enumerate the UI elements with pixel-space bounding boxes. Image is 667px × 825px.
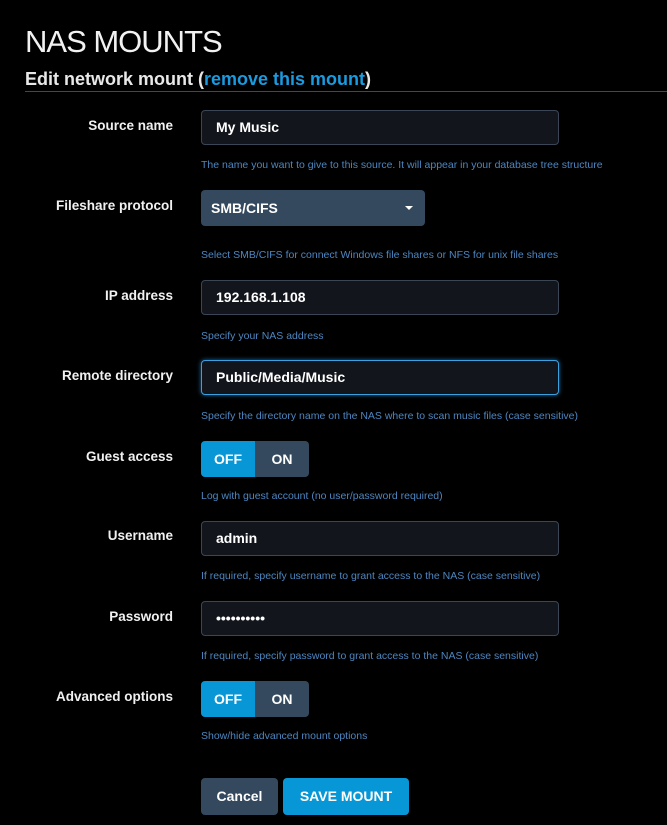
save-mount-button[interactable]: SAVE MOUNT	[283, 778, 409, 815]
advanced-toggle[interactable]: OFF ON	[201, 681, 309, 717]
page-title: NAS MOUNTS	[25, 24, 223, 59]
ip-label: IP address	[104, 288, 173, 303]
password-input[interactable]: ••••••••••	[201, 601, 559, 636]
protocol-label: Fileshare protocol	[55, 198, 173, 213]
guest-toggle[interactable]: OFF ON	[201, 441, 309, 477]
section-subtitle: Edit network mount (remove this mount)	[25, 69, 371, 90]
ip-input[interactable]: 192.168.1.108	[201, 280, 559, 315]
username-help: If required, specify username to grant a…	[201, 570, 541, 582]
guest-help: Log with guest account (no user/password…	[201, 490, 443, 502]
password-help: If required, specify password to grant a…	[201, 650, 539, 662]
guest-off-option[interactable]: OFF	[201, 441, 255, 477]
protocol-select[interactable]: SMB/CIFS	[201, 190, 425, 226]
remote-dir-input[interactable]: Public/Media/Music	[201, 360, 559, 395]
username-input[interactable]: admin	[201, 521, 559, 556]
remote-dir-help: Specify the directory name on the NAS wh…	[201, 410, 578, 422]
advanced-on-option[interactable]: ON	[255, 681, 309, 717]
password-label: Password	[109, 609, 173, 624]
guest-on-option[interactable]: ON	[255, 441, 309, 477]
username-label: Username	[107, 528, 173, 543]
advanced-off-option[interactable]: OFF	[201, 681, 255, 717]
source-name-label: Source name	[88, 118, 173, 133]
remote-dir-label: Remote directory	[61, 368, 173, 383]
subtitle-close: )	[365, 69, 372, 89]
ip-help: Specify your NAS address	[201, 330, 324, 342]
chevron-down-icon	[405, 206, 413, 210]
guest-label: Guest access	[85, 449, 173, 464]
cancel-button[interactable]: Cancel	[201, 778, 278, 815]
source-name-input[interactable]: My Music	[201, 110, 559, 145]
protocol-value: SMB/CIFS	[211, 200, 278, 216]
divider	[25, 91, 667, 92]
subtitle-text: Edit network mount (	[25, 69, 204, 89]
protocol-help: Select SMB/CIFS for connect Windows file…	[201, 249, 559, 261]
advanced-help: Show/hide advanced mount options	[201, 730, 368, 742]
advanced-label: Advanced options	[55, 689, 173, 704]
source-name-help: The name you want to give to this source…	[201, 159, 603, 171]
remove-mount-link[interactable]: remove this mount	[204, 69, 365, 89]
